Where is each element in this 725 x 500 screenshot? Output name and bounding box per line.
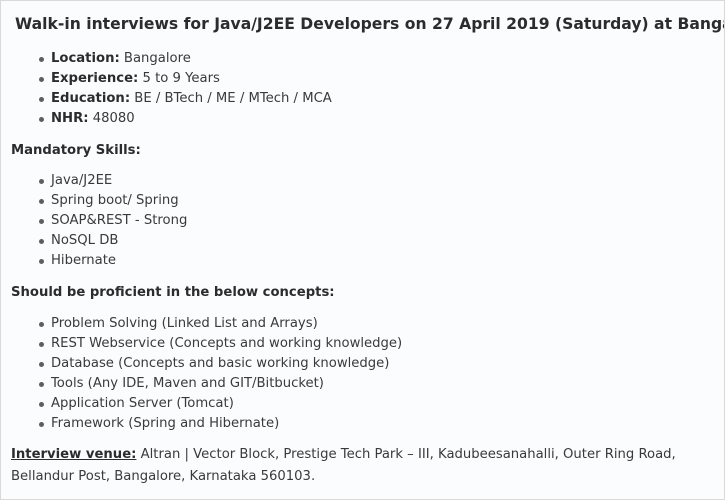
interview-venue: Interview venue: Altran | Vector Block, …: [11, 444, 711, 488]
details-list: Location: Bangalore Experience: 5 to 9 Y…: [1, 49, 332, 129]
job-posting: Walk-in interviews for Java/J2EE Develop…: [0, 0, 725, 500]
concepts-heading: Should be proficient in the below concep…: [11, 285, 335, 300]
venue-label: Interview venue:: [11, 447, 137, 462]
list-item: Framework (Spring and Hibernate): [1, 414, 402, 434]
list-item: Tools (Any IDE, Maven and GIT/Bitbucket): [1, 374, 402, 394]
detail-value: 48080: [88, 111, 135, 126]
list-item: Database (Concepts and basic working kno…: [1, 354, 402, 374]
list-item: Location: Bangalore: [1, 49, 332, 69]
detail-label: Location:: [51, 51, 120, 66]
mandatory-skills-heading: Mandatory Skills:: [11, 143, 141, 158]
list-item: SOAP&REST - Strong: [1, 211, 187, 231]
page-title: Walk-in interviews for Java/J2EE Develop…: [15, 15, 725, 33]
list-item: REST Webservice (Concepts and working kn…: [1, 334, 402, 354]
list-item: Hibernate: [1, 251, 187, 271]
list-item: Spring boot/ Spring: [1, 191, 187, 211]
detail-label: Education:: [51, 91, 131, 106]
mandatory-skills-list: Java/J2EE Spring boot/ Spring SOAP&REST …: [1, 171, 187, 271]
list-item: Education: BE / BTech / ME / MTech / MCA: [1, 89, 332, 109]
detail-label: Experience:: [51, 71, 139, 86]
detail-label: NHR:: [51, 111, 89, 126]
detail-value: BE / BTech / ME / MTech / MCA: [130, 91, 332, 106]
list-item: Problem Solving (Linked List and Arrays): [1, 314, 402, 334]
detail-value: 5 to 9 Years: [138, 71, 220, 86]
list-item: NHR: 48080: [1, 109, 332, 129]
list-item: Application Server (Tomcat): [1, 394, 402, 414]
list-item: NoSQL DB: [1, 231, 187, 251]
detail-value: Bangalore: [119, 51, 191, 66]
list-item: Experience: 5 to 9 Years: [1, 69, 332, 89]
concepts-list: Problem Solving (Linked List and Arrays)…: [1, 314, 402, 434]
list-item: Java/J2EE: [1, 171, 187, 191]
